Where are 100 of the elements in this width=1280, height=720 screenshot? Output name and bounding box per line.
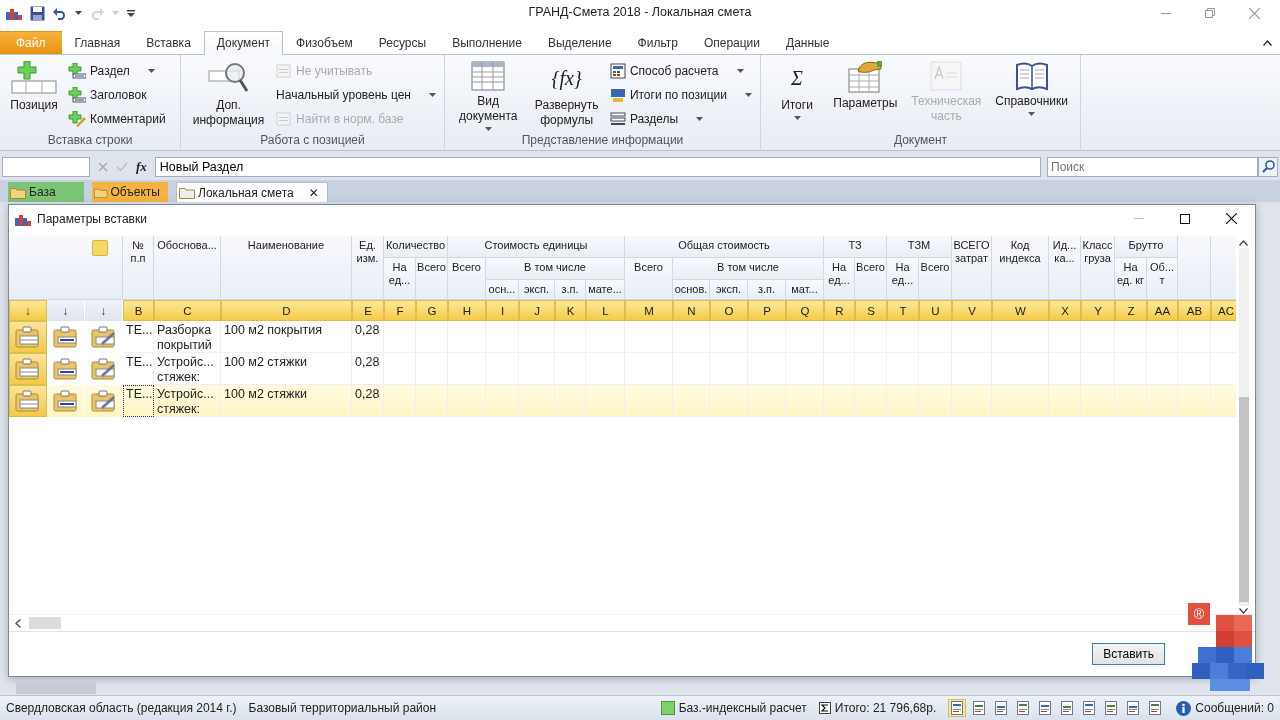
column-letter[interactable]: ↓ (9, 300, 47, 322)
column-letter[interactable]: B (123, 300, 154, 322)
search-field[interactable]: Поиск (1047, 156, 1258, 177)
collapse-ribbon-icon[interactable] (1263, 39, 1272, 46)
insert-button[interactable]: Вставить (1092, 643, 1165, 666)
column-letter[interactable]: F (384, 300, 416, 322)
ribbon-button[interactable]: Заголовок (66, 84, 168, 105)
column-letter[interactable]: T (887, 300, 919, 322)
ribbon-tab[interactable]: Операции (690, 30, 774, 54)
ribbon-tab[interactable]: Выполнение (439, 30, 535, 54)
column-letter[interactable]: AB (1178, 300, 1211, 322)
document-tab[interactable]: Локальная смета ✕ (176, 182, 328, 203)
ribbon-button[interactable]: Способ расчета (607, 60, 754, 81)
minimize-icon[interactable] (1161, 12, 1171, 14)
ribbon-button[interactable]: Разделы (607, 108, 754, 129)
column-letter[interactable]: N (673, 300, 710, 322)
column-letter[interactable]: L (586, 300, 625, 322)
column-letter[interactable]: AA (1147, 300, 1178, 322)
save-icon[interactable] (30, 5, 45, 21)
column-letter[interactable]: AC (1211, 300, 1236, 322)
ribbon-tab[interactable]: Выделение (535, 30, 625, 54)
dropdown-arrow-icon[interactable] (75, 11, 82, 16)
clipboard-icon[interactable] (15, 390, 41, 413)
clipboard-icon[interactable] (15, 326, 41, 349)
table-row[interactable]: ТЕ... Устройс... стяжек: 100 м2 стяжки 0,28 (9, 385, 1236, 418)
clipboard-icon[interactable] (52, 358, 79, 381)
ribbon-button[interactable]: Раздел (66, 60, 168, 81)
column-letter[interactable]: D (221, 300, 352, 322)
restore-icon[interactable] (1205, 8, 1215, 19)
formula-field[interactable]: Новый Раздел (154, 156, 1041, 177)
ribbon-button[interactable]: Позиция (6, 58, 62, 133)
view-button[interactable] (948, 699, 967, 718)
close-icon[interactable] (1226, 213, 1237, 225)
column-header: На ед... (887, 258, 919, 301)
clipboard-icon[interactable] (15, 358, 41, 381)
scroll-up-icon[interactable] (1239, 240, 1248, 247)
column-letter[interactable]: Q (786, 300, 824, 322)
ribbon-button[interactable]: Итоги по позиции (607, 84, 754, 105)
column-letter[interactable]: Z (1115, 300, 1147, 322)
check-icon[interactable] (116, 161, 128, 172)
column-letter[interactable]: ↓ (47, 300, 85, 322)
clipboard-icon[interactable] (52, 326, 79, 349)
column-letter[interactable]: H (448, 300, 486, 322)
column-letter[interactable]: R (824, 300, 855, 322)
scrollbar-thumb[interactable] (1238, 397, 1249, 603)
column-letter[interactable]: O (710, 300, 748, 322)
maximize-icon[interactable] (1180, 213, 1190, 224)
ribbon-button[interactable]: Справочники (993, 58, 1070, 133)
clipboard-icon[interactable] (52, 390, 79, 413)
search-button[interactable] (1258, 156, 1278, 177)
ribbon-button[interactable]: Доп. информация (187, 58, 271, 133)
clipboard-icon[interactable] (90, 326, 117, 349)
table-row[interactable]: ТЕ... Разборка покрытий 100 м2 покрытия 0,28 (9, 321, 1236, 354)
customize-icon[interactable] (127, 9, 135, 17)
ribbon-tab[interactable]: Физобъем (283, 30, 366, 54)
column-letter[interactable]: Y (1081, 300, 1115, 322)
ribbon-button[interactable]: Вид документа (451, 58, 526, 133)
column-letter[interactable]: C (154, 300, 221, 322)
column-letter[interactable]: U (919, 300, 952, 322)
column-letter[interactable]: X (1049, 300, 1081, 322)
scroll-left-icon[interactable] (15, 618, 21, 628)
scrollbar-thumb[interactable] (16, 682, 96, 695)
column-letter[interactable]: S (855, 300, 887, 322)
close-tab-button[interactable]: ✕ (308, 185, 319, 200)
document-tab[interactable]: Объекты (92, 182, 168, 203)
group-label: Работа с позицией (259, 132, 366, 149)
button-label: Комментарий (90, 111, 166, 126)
table-row[interactable]: ТЕ... Устройс... стяжек: 100 м2 стяжки 0,28 (9, 353, 1236, 386)
ribbon-tab[interactable]: Фильтр (624, 30, 691, 54)
function-button[interactable]: fx (136, 158, 147, 175)
column-letter[interactable]: G (416, 300, 448, 322)
ribbon-tab[interactable]: Данные (773, 30, 843, 54)
ribbon-button[interactable]: Начальный уровень цен (274, 84, 438, 105)
ribbon-button[interactable]: {fx} Развернуть формулы (529, 58, 604, 133)
document-tab[interactable]: База (8, 182, 84, 203)
column-letter[interactable]: J (519, 300, 555, 322)
table-cell: Устройс... стяжек: (154, 385, 221, 418)
status-text: Итого: 21 796,68р. (834, 701, 937, 716)
scrollbar-thumb[interactable] (29, 617, 61, 630)
column-header: Ид... ка... (1049, 236, 1081, 301)
column-letter[interactable]: I (486, 300, 519, 322)
column-letter[interactable]: K (555, 300, 586, 322)
column-letter[interactable]: W (992, 300, 1049, 322)
undo-icon[interactable] (53, 6, 67, 20)
clipboard-icon[interactable] (90, 390, 117, 413)
ribbon-button[interactable]: Параметры (831, 58, 900, 133)
column-letter[interactable]: E (352, 300, 384, 322)
clipboard-icon[interactable] (90, 358, 117, 381)
ribbon-tab[interactable]: Главная (61, 30, 134, 54)
ribbon-tab[interactable]: Вставка (133, 30, 204, 54)
column-letter[interactable]: ↓ (85, 300, 123, 322)
ribbon-tab[interactable]: Ресурсы (365, 30, 440, 54)
ribbon-tab[interactable]: Документ (203, 30, 284, 55)
column-letter[interactable]: P (748, 300, 786, 322)
scroll-down-icon[interactable] (1239, 608, 1248, 615)
ribbon-button[interactable]: Комментарий (66, 108, 168, 129)
column-letter[interactable]: V (952, 300, 992, 322)
column-letter[interactable]: M (625, 300, 673, 322)
caret-icon (147, 68, 155, 73)
ribbon-button[interactable]: Σ Итоги (767, 58, 827, 133)
